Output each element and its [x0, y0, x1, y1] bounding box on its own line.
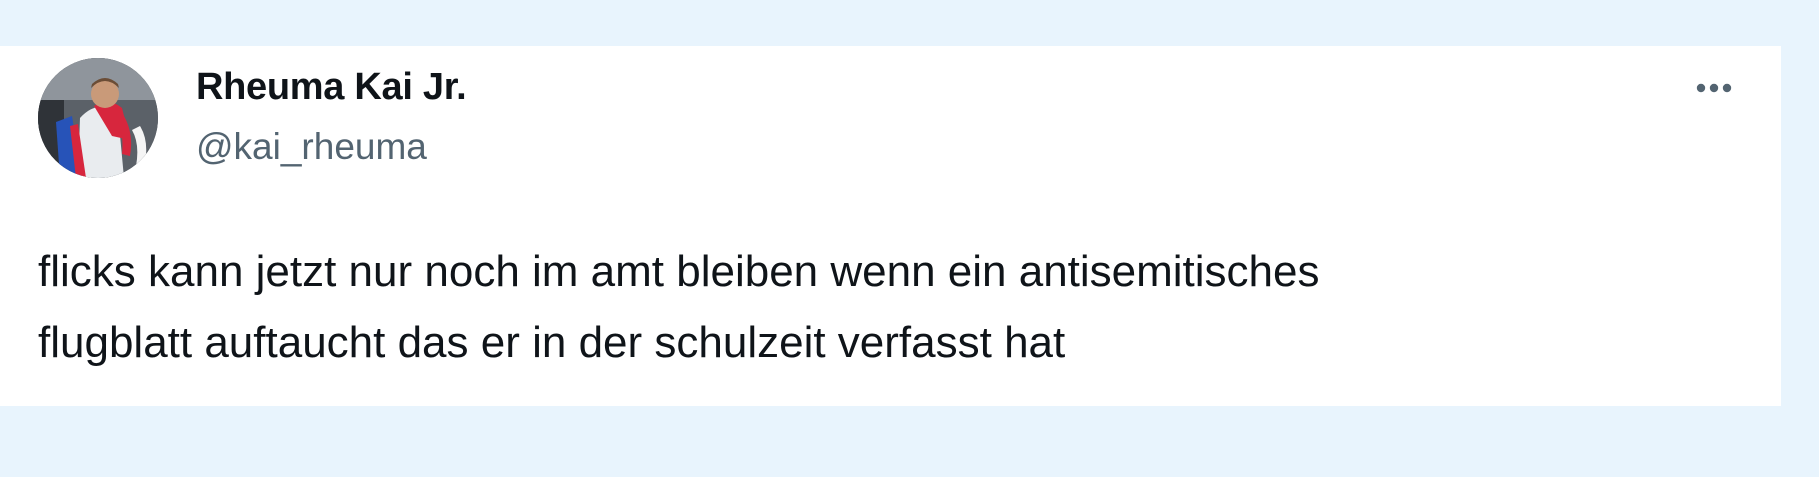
tweet-text-line: flicks kann jetzt nur noch im amt bleibe…: [38, 247, 1320, 296]
avatar[interactable]: [38, 58, 158, 178]
user-avatar-photo-icon: [38, 58, 158, 178]
tweet-text-line: flugblatt auftaucht das er in der schulz…: [38, 318, 1066, 367]
more-options-icon: [1696, 83, 1732, 93]
tweet-card[interactable]: Rheuma Kai Jr. @kai_rheuma flicks kann j…: [0, 46, 1781, 406]
tweet-text: flicks kann jetzt nur noch im amt bleibe…: [38, 236, 1738, 378]
author-name[interactable]: Rheuma Kai Jr.: [196, 66, 467, 109]
author-handle[interactable]: @kai_rheuma: [196, 126, 427, 168]
more-options-button[interactable]: [1686, 74, 1742, 102]
